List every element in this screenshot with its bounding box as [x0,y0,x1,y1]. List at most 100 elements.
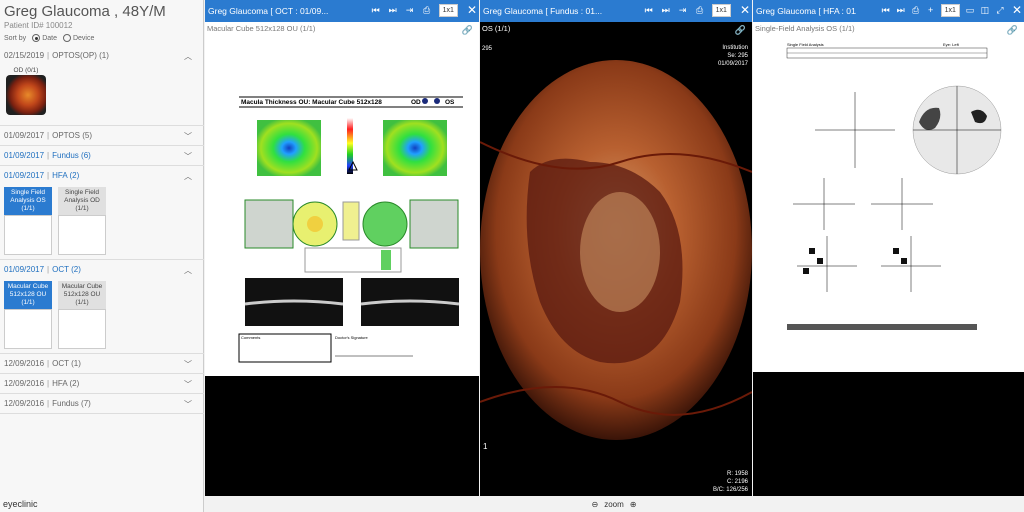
sort-bar: Sort by Date Device [4,34,94,42]
hfa-report-document: Single-Field Analysis OS (1/1) 🔗 Single … [753,22,1024,372]
chevron-down-icon[interactable]: ﹀ [184,359,192,370]
frame-number: 1 [483,442,488,451]
zoom-bar: ⊖ zoom ⊕ [204,496,1024,512]
hfa-report-graphic: Single Field Analysis Eye: Left [786,42,1002,330]
zoom-out-icon[interactable]: ⊖ [592,500,599,509]
svg-text:Comments: Comments [241,335,260,340]
study-group-header[interactable]: 01/09/2017 | HFA (2) ︿ [0,166,204,185]
export-icon[interactable]: ⇥ [678,5,688,16]
report-thumbnail-image [4,215,52,255]
study-group-hfa-2017: 01/09/2017 | HFA (2) ︿ Single Field Analys… [0,166,204,260]
last-page-icon[interactable]: ⏭ [896,5,906,16]
pane-title: Greg Glaucoma [ HFA : 01/05... [756,6,856,16]
chevron-down-icon[interactable]: ﹀ [184,131,192,142]
study-group-oct-2017: 01/09/2017 | OCT (2) ︿ Macular Cube 512x12… [0,260,204,354]
fundus-viewer-pane[interactable]: Greg Glaucoma [ Fundus : 01... ⏮ ⏭ ⇥ ⎙ 1… [480,0,752,496]
study-group-header[interactable]: 12/09/2016 | Fundus (7) ﹀ [0,394,204,413]
svg-text:Doctor's Signature: Doctor's Signature [335,335,369,340]
group-name: Fundus (6) [52,151,91,160]
report-thumbnail-image [4,309,52,349]
fullscreen-icon[interactable]: ⤢ [995,5,1005,16]
close-icon[interactable]: ✕ [740,3,750,17]
first-page-icon[interactable]: ⏮ [371,5,381,16]
group-date: 01/09/2017 [4,265,45,274]
first-page-icon[interactable]: ⏮ [644,5,654,16]
oct-report-graphic: Macula Thickness OU: Macular Cube 512x12… [238,96,463,363]
layout-select[interactable]: 1x1 [438,3,458,17]
group-date: 02/15/2019 [4,51,45,60]
hfa-thumbnail-od[interactable]: Single Field Analysis OD (1/1) [58,187,106,255]
add-icon[interactable]: + [926,5,936,15]
study-group-header[interactable]: 12/09/2016 | OCT (1) ﹀ [0,354,204,373]
study-group-fundus-2016: 12/09/2016 | Fundus (7) ﹀ [0,394,204,414]
thumbnail-label: OD (0/1) [13,67,39,74]
study-group-header[interactable]: 01/09/2017 | OPTOS (5) ﹀ [0,126,204,145]
last-page-icon[interactable]: ⏭ [661,5,671,16]
hfa-thumbnail-os[interactable]: Single Field Analysis OS (1/1) [4,187,52,255]
hfa-pane-titlebar: Greg Glaucoma [ HFA : 01/05... ⏮ ⏭ ⎙ + 1… [753,0,1024,22]
patient-id: Patient ID# 100012 [4,21,73,30]
export-icon[interactable]: ⇥ [405,5,415,16]
thumbnail-label: Single Field Analysis OS (1/1) [4,187,52,215]
oct-viewer-pane[interactable]: Greg Glaucoma [ OCT : 01/09... ⏮ ⏭ ⇥ ⎙ 1… [205,0,479,496]
optos-thumbnail[interactable]: OD (0/1) [4,67,48,121]
window-icon[interactable]: ▭ [965,5,975,16]
close-icon[interactable]: ✕ [467,3,477,17]
oct-thumbnail-1[interactable]: Macular Cube 512x128 OU (1/1) [4,281,52,349]
group-name: HFA (2) [52,171,80,180]
svg-text:Eye: Left: Eye: Left [943,42,960,47]
retina-thumbnail-image [6,75,46,115]
chevron-down-icon[interactable]: ﹀ [184,151,192,162]
close-icon[interactable]: ✕ [1012,3,1022,17]
print-icon[interactable]: ⎙ [695,5,705,16]
thumbnail-label: Macular Cube 512x128 OU (1/1) [58,281,106,309]
print-icon[interactable]: ⎙ [911,5,921,16]
fundus-pane-titlebar: Greg Glaucoma [ Fundus : 01... ⏮ ⏭ ⇥ ⎙ 1… [480,0,752,22]
hfa-viewer-pane[interactable]: Greg Glaucoma [ HFA : 01/05... ⏮ ⏭ ⎙ + 1… [753,0,1024,496]
study-group-header[interactable]: 01/09/2017 | Fundus (6) ﹀ [0,146,204,165]
oct-thumbnail-2[interactable]: Macular Cube 512x128 OU (1/1) [58,281,106,349]
sort-label: Sort by [4,34,27,42]
pane-title: Greg Glaucoma [ OCT : 01/09... [208,6,329,16]
group-date: 01/09/2017 [4,151,45,160]
chevron-up-icon[interactable]: ︿ [184,51,192,62]
fundus-photo [480,60,752,440]
sort-device-radio[interactable]: Device [62,34,95,42]
study-group-fundus-2017: 01/09/2017 | Fundus (6) ﹀ [0,146,204,166]
first-page-icon[interactable]: ⏮ [881,5,891,16]
fundus-image-area[interactable]: OS (1/1) 295 🔗 Institution Se: 295 01/09… [480,22,752,496]
oct-pane-titlebar: Greg Glaucoma [ OCT : 01/09... ⏮ ⏭ ⇥ ⎙ 1… [205,0,479,22]
study-group-optos-2017: 01/09/2017 | OPTOS (5) ﹀ [0,126,204,146]
last-page-icon[interactable]: ⏭ [388,5,398,16]
report-thumbnail-image [58,309,106,349]
sort-date-label: Date [42,34,57,42]
study-group-header[interactable]: 12/09/2016 | HFA (2) ﹀ [0,374,204,393]
chevron-up-icon[interactable]: ︿ [184,171,192,182]
report-thumbnail-image [58,215,106,255]
split-icon[interactable]: ◫ [980,5,990,16]
study-group-header[interactable]: 01/09/2017 | OCT (2) ︿ [0,260,204,279]
study-groups: 02/15/2019 | OPTOS(OP) (1) ︿ OD (0/1) 01/0… [0,46,204,414]
eyeclinic-logo: eyeclinic [3,499,38,509]
print-icon[interactable]: ⎙ [422,5,432,16]
svg-text:Single Field Analysis: Single Field Analysis [787,42,824,47]
group-name: OCT (2) [52,265,81,274]
sort-date-radio[interactable]: Date [32,34,57,42]
layout-select[interactable]: 1x1 [940,3,960,17]
study-group-header[interactable]: 02/15/2019 | OPTOS(OP) (1) ︿ [0,46,204,65]
chevron-down-icon[interactable]: ﹀ [184,379,192,390]
svg-text:OS: OS [445,99,455,106]
group-date: 01/09/2017 [4,171,45,180]
image-meta-bottom: R: 1958 C: 2196 B/C: 126/256 [712,471,748,493]
group-name: OPTOS(OP) (1) [52,51,109,60]
group-date: 12/09/2016 [4,359,45,368]
zoom-in-icon[interactable]: ⊕ [630,500,637,509]
sort-device-label: Device [72,34,95,42]
group-name: HFA (2) [52,379,80,388]
chevron-down-icon[interactable]: ﹀ [184,399,192,410]
group-date: 01/09/2017 [4,131,45,140]
layout-select[interactable]: 1x1 [711,3,731,17]
patient-sidebar: Greg Glaucoma , 48Y/M Patient ID# 100012… [0,0,204,512]
group-name: Fundus (7) [52,399,91,408]
chevron-up-icon[interactable]: ︿ [184,265,192,276]
